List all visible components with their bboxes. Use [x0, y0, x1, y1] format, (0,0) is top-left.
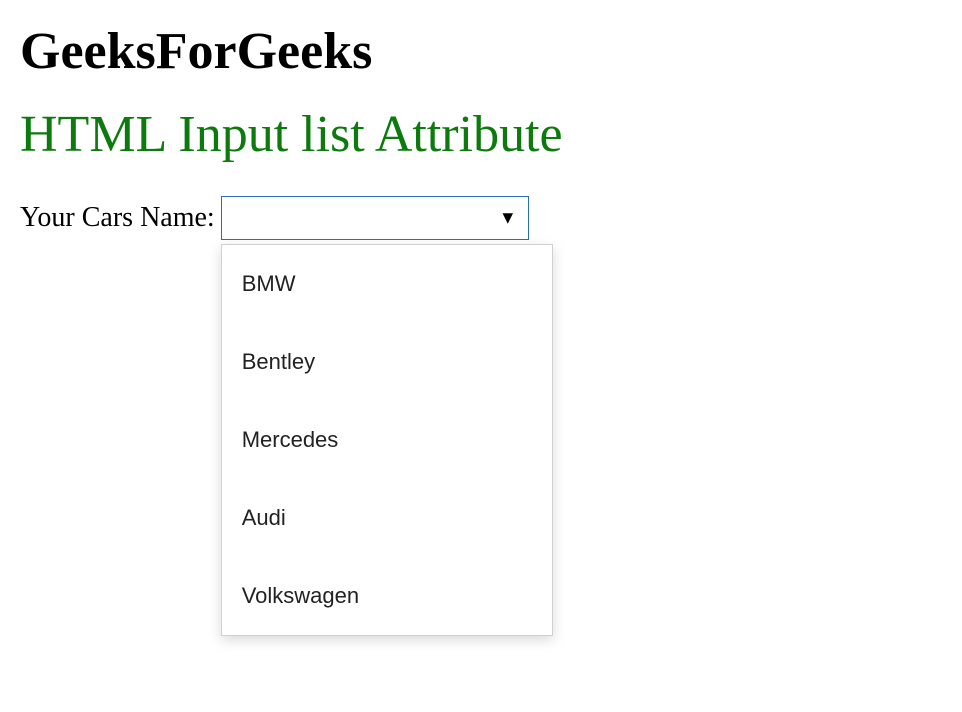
cars-name-input[interactable] — [221, 196, 529, 240]
site-title: GeeksForGeeks — [20, 22, 942, 81]
datalist-dropdown: BMW Bentley Mercedes Audi Volkswagen — [221, 244, 553, 636]
form-row: Your Cars Name: ▼ BMW Bentley Mercedes A… — [20, 196, 942, 240]
datalist-option[interactable]: Bentley — [222, 323, 552, 401]
datalist-option[interactable]: Audi — [222, 479, 552, 557]
page-title: HTML Input list Attribute — [20, 105, 942, 164]
input-wrapper: ▼ BMW Bentley Mercedes Audi Volkswagen — [221, 196, 529, 240]
datalist-option[interactable]: Mercedes — [222, 401, 552, 479]
cars-name-label: Your Cars Name: — [20, 202, 215, 234]
datalist-option[interactable]: BMW — [222, 245, 552, 323]
datalist-option[interactable]: Volkswagen — [222, 557, 552, 635]
